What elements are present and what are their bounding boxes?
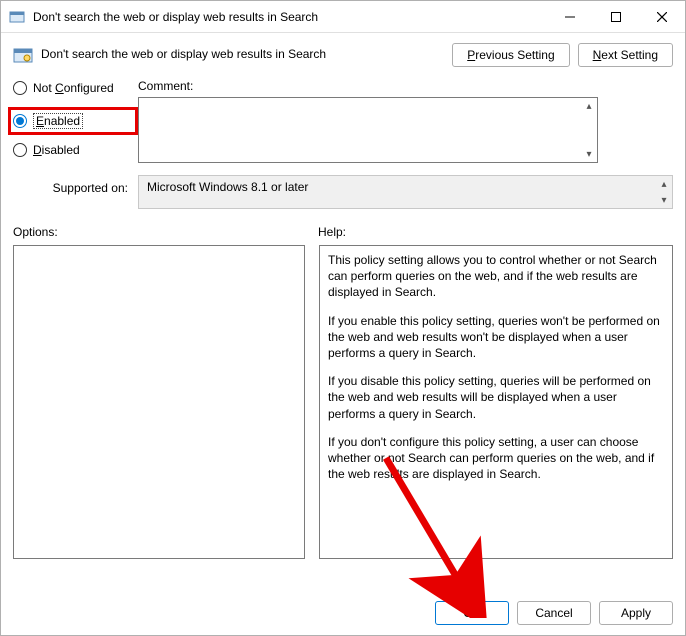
radio-label: Disabled — [33, 143, 80, 157]
next-setting-button[interactable]: Next Setting — [578, 43, 673, 67]
help-label: Help: — [318, 225, 346, 239]
radio-label: Enabled — [33, 113, 83, 129]
highlight-annotation: Enabled — [8, 107, 138, 135]
options-label: Options: — [13, 225, 318, 239]
scroll-up-icon[interactable]: ▴ — [657, 177, 671, 191]
radio-circle-icon — [13, 81, 27, 95]
comment-section: Comment: ▴ ▾ — [138, 79, 673, 163]
titlebar: Don't search the web or display web resu… — [1, 1, 685, 33]
ok-button[interactable]: OK — [435, 601, 509, 625]
nav-buttons: Previous Setting Next Setting — [452, 43, 673, 67]
help-paragraph: If you disable this policy setting, quer… — [328, 373, 664, 422]
comment-textarea[interactable]: ▴ ▾ — [138, 97, 598, 163]
supported-row: Supported on: Microsoft Windows 8.1 or l… — [13, 175, 673, 209]
cancel-button[interactable]: Cancel — [517, 601, 591, 625]
radio-label: Not Configured — [33, 81, 114, 95]
help-panel: This policy setting allows you to contro… — [319, 245, 673, 559]
radio-enabled[interactable]: Enabled — [13, 113, 127, 129]
apply-button[interactable]: Apply — [599, 601, 673, 625]
dialog-content: Don't search the web or display web resu… — [1, 33, 685, 591]
window-controls — [547, 1, 685, 33]
supported-value: Microsoft Windows 8.1 or later — [147, 180, 308, 194]
close-button[interactable] — [639, 1, 685, 33]
scroll-up-icon[interactable]: ▴ — [582, 99, 596, 113]
comment-label: Comment: — [138, 79, 193, 93]
scroll-down-icon[interactable]: ▾ — [582, 147, 596, 161]
policy-icon — [9, 9, 25, 25]
minimize-button[interactable] — [547, 1, 593, 33]
panel-labels-row: Options: Help: — [13, 225, 673, 239]
panels-row: This policy setting allows you to contro… — [13, 245, 673, 581]
state-options: Not Configured Enabled Disabled — [13, 79, 138, 169]
scroll-down-icon[interactable]: ▾ — [657, 193, 671, 207]
help-paragraph: This policy setting allows you to contro… — [328, 252, 664, 301]
dialog-footer: OK Cancel Apply — [1, 591, 685, 635]
help-paragraph: If you enable this policy setting, queri… — [328, 313, 664, 362]
state-row: Not Configured Enabled Disabled Comment:… — [13, 79, 673, 169]
radio-disabled[interactable]: Disabled — [13, 143, 138, 157]
titlebar-title: Don't search the web or display web resu… — [33, 10, 547, 24]
radio-not-configured[interactable]: Not Configured — [13, 81, 138, 95]
maximize-button[interactable] — [593, 1, 639, 33]
previous-setting-button[interactable]: Previous Setting — [452, 43, 569, 67]
supported-value-box: Microsoft Windows 8.1 or later ▴ ▾ — [138, 175, 673, 209]
supported-label: Supported on: — [13, 175, 138, 195]
header-row: Don't search the web or display web resu… — [13, 43, 673, 67]
radio-circle-icon — [13, 114, 27, 128]
help-paragraph: If you don't configure this policy setti… — [328, 434, 664, 483]
policy-dialog-window: Don't search the web or display web resu… — [0, 0, 686, 636]
radio-circle-icon — [13, 143, 27, 157]
policy-title: Don't search the web or display web resu… — [41, 43, 444, 61]
options-panel — [13, 245, 305, 559]
policy-icon-large — [13, 45, 33, 65]
